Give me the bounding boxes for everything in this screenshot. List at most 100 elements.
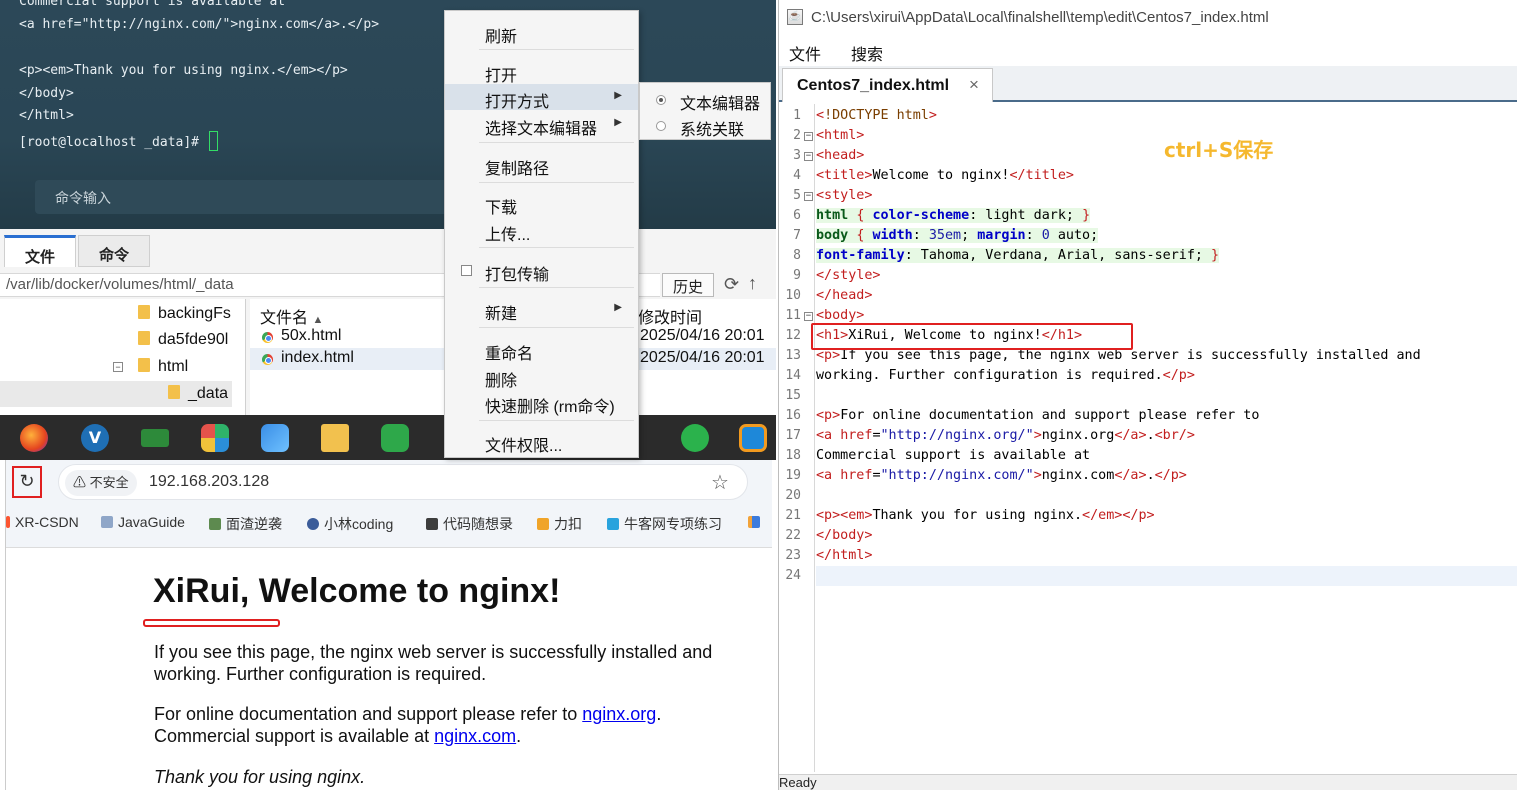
tree-item[interactable]: backingFs [138,305,231,323]
security-chip[interactable]: ⚠ 不安全 [65,470,137,496]
menu-item-quick-delete[interactable]: 快速删除 (rm命令) [445,389,638,416]
column-header-mtime[interactable]: 修改时间 [638,304,702,328]
menu-item-copy-path[interactable]: 复制路径 [445,151,638,178]
menu-item-open[interactable]: 打开 [445,58,638,85]
address-bar[interactable]: ⚠ 不安全 192.168.203.128 ☆ [58,464,748,500]
submenu-item-system[interactable]: 系统关联 [640,112,770,139]
terminal-prompt-text: [root@localhost _data]# [19,135,207,150]
fold-toggle-icon[interactable]: − [804,132,813,141]
tab-files[interactable]: 文件 [4,235,76,267]
line-number: 5 [793,188,801,203]
bookmark-label: 力扣 [554,516,582,532]
photos-icon[interactable] [261,424,289,452]
menu-item-delete[interactable]: 删除 [445,363,638,390]
paragraph-line: If you see this page, the nginx web serv… [154,642,713,662]
app-grid-icon[interactable] [201,424,229,452]
bookmark-item[interactable]: 牛客网专项练习 [607,514,722,534]
menu-separator [479,142,634,143]
tree-item-label: _data [188,385,229,402]
tree-item[interactable]: html [138,358,188,376]
terminal-cursor [208,131,218,151]
menu-item-choose-editor[interactable]: 选择文本编辑器 ▶ [445,111,638,138]
vpn-client-icon[interactable]: V [81,424,109,452]
column-header-name[interactable]: 文件名 ▲ [260,304,323,328]
tree-item-label: backingFs [158,305,231,322]
firefox-icon[interactable] [20,424,48,452]
bookmark-label: 牛客网专项练习 [624,516,722,532]
history-button[interactable]: 历史 [662,273,714,297]
bookmark-item[interactable]: 小林coding [307,514,393,534]
menu-item-pack-transfer[interactable]: 打包传输 [445,257,638,284]
close-icon[interactable]: × [969,75,979,95]
arrow-up-icon[interactable]: ↑ [748,273,757,294]
bookmark-item[interactable]: 力扣 [537,514,582,534]
security-label: 不安全 [89,475,129,490]
terminal-line: Commercial support is available at [19,0,286,9]
line-number: 6 [793,208,801,223]
editor-tab[interactable]: Centos7_index.html × [782,68,993,102]
menu-separator [479,247,634,248]
command-input-bar[interactable]: 命令输入 [35,180,455,214]
menu-item-open-with[interactable]: 打开方式 ▶ [445,84,638,111]
wechat-icon[interactable] [681,424,709,452]
line-number: 1 [793,108,801,123]
code-line: </body> [816,528,873,543]
bookmark-item[interactable]: 代码随想录 [426,514,513,534]
editor-tab-label: Centos7_index.html [797,77,950,94]
menu-item-permissions[interactable]: 文件权限... [445,428,638,455]
bookmark-item[interactable]: 面渣逆袭 [209,514,282,534]
menu-item-rename[interactable]: 重命名 [445,336,638,363]
menu-item-download[interactable]: 下载 [445,190,638,217]
menu-file[interactable]: 文件 [789,41,821,65]
terminal-line: </body> [19,86,74,101]
bookmark-item[interactable]: XR-CSDN [6,514,79,530]
fold-toggle-icon[interactable]: − [804,152,813,161]
file-mtime: 2025/04/16 20:01 [640,327,765,344]
menu-item-label: 选择文本编辑器 [485,121,598,138]
bookmark-label: 代码随想录 [443,516,513,532]
file-explorer-icon[interactable] [321,424,349,452]
refresh-icon[interactable]: ⟳ [724,274,739,295]
fold-toggle-icon[interactable]: − [804,192,813,201]
browser-toolbar: ↻ ⚠ 不安全 192.168.203.128 ☆ XR-CSDN JavaGu… [6,460,772,548]
vmware-icon[interactable] [739,424,767,452]
nowcoder-icon [607,518,619,530]
folder-icon [138,305,150,319]
code-line: <title>Welcome to nginx!</title> [816,168,1074,183]
tree-item-label: da5fde90l [158,331,229,348]
menu-search[interactable]: 搜索 [851,41,883,65]
text-editor-window: ☕ C:\Users\xirui\AppData\Local\finalshel… [778,0,1517,790]
tab-commands[interactable]: 命令 [78,235,150,267]
url-text[interactable]: 192.168.203.128 [149,473,269,491]
checkbox-icon[interactable] [461,265,472,276]
collapse-icon[interactable]: − [113,362,123,372]
window-title: C:\Users\xirui\AppData\Local\finalshell\… [811,9,1269,26]
editor-tabbar: Centos7_index.html × [779,66,1517,102]
menu-item-refresh[interactable]: 刷新 [445,19,638,46]
menu-item-new[interactable]: 新建 ▶ [445,296,638,323]
paragraph-text: For online documentation and support ple… [154,704,583,724]
line-number: 23 [785,548,801,563]
code-line: working. Further configuration is requir… [816,368,1195,383]
notes-app-icon[interactable] [381,424,409,452]
menu-item-upload[interactable]: 上传... [445,217,638,244]
bookmark-overflow[interactable] [748,514,765,530]
command-input-label: 命令输入 [55,190,111,206]
reload-button[interactable]: ↻ [12,466,42,498]
nginx-com-link[interactable]: nginx.com [434,726,516,746]
bookmark-label: XR-CSDN [15,514,79,530]
nginx-org-link[interactable]: nginx.org [582,704,656,724]
xiaolin-icon [307,518,319,530]
submenu-item-text-editor[interactable]: 文本编辑器 [640,86,770,113]
code-line: <p>For online documentation and support … [816,408,1260,423]
code-area[interactable]: <!DOCTYPE html> <html> <head> <title>Wel… [816,104,1517,772]
memory-chip-icon[interactable] [141,429,169,447]
tree-item-label: html [158,358,189,375]
tree-item[interactable]: _data [168,385,228,403]
menu-separator [479,182,634,183]
bookmark-item[interactable]: JavaGuide [101,514,185,530]
fold-toggle-icon[interactable]: − [804,312,813,321]
tree-item[interactable]: da5fde90l [138,331,228,349]
bookmark-star-icon[interactable]: ☆ [711,470,729,495]
